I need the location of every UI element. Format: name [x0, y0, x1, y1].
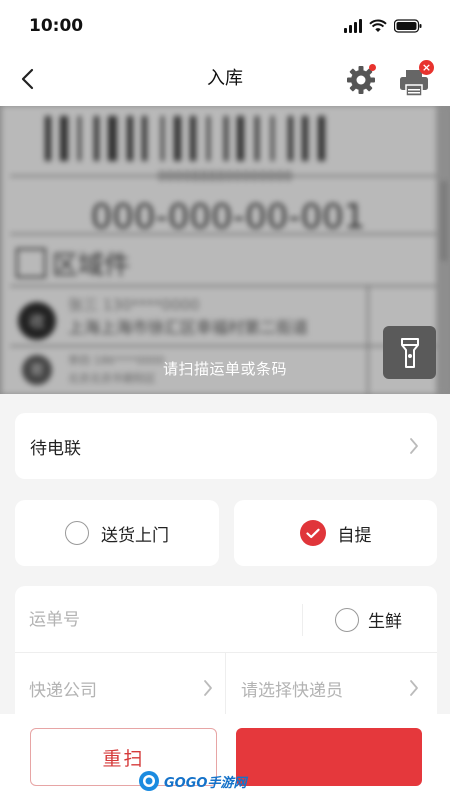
- flashlight-icon: [400, 337, 419, 368]
- watermark-logo-icon: [139, 771, 159, 791]
- contact-status-label: 待电联: [30, 438, 81, 459]
- waybill-number-input[interactable]: [15, 586, 302, 653]
- chevron-right-icon: [410, 680, 418, 696]
- watermark-text: GOGO手游网: [164, 775, 247, 791]
- label-number: 000-000-00-001: [91, 197, 366, 237]
- fresh-label: 生鲜: [368, 612, 402, 632]
- status-bar: 10:00: [0, 0, 450, 52]
- fresh-checkbox[interactable]: 生鲜: [335, 586, 402, 653]
- chevron-left-icon: [21, 68, 34, 90]
- page-title: 入库: [207, 68, 243, 89]
- courier-picker[interactable]: 请选择快递员: [226, 653, 437, 723]
- nav-bar: 入库 ×: [0, 52, 450, 106]
- watermark: GOGO手游网: [138, 764, 268, 798]
- status-time: 10:00: [29, 16, 84, 36]
- delivery-option-pickup-label: 自提: [337, 525, 372, 546]
- form-row-courier: 快递公司 请选择快递员: [15, 653, 437, 723]
- label-barcode-small: 0000888800000000: [158, 169, 293, 185]
- divider: [302, 604, 303, 636]
- wifi-icon: [369, 19, 387, 32]
- courier-company-picker[interactable]: 快递公司: [15, 653, 226, 723]
- status-icons: [344, 19, 422, 33]
- signal-icon: [344, 19, 362, 33]
- contact-status-select[interactable]: 待电联: [15, 413, 437, 479]
- notification-dot: [369, 64, 376, 71]
- delivery-option-pickup[interactable]: 自提: [234, 500, 437, 566]
- label-zone-tag: 区域件: [52, 251, 130, 281]
- delivery-option-door-label: 送货上门: [101, 525, 169, 546]
- flashlight-button[interactable]: [383, 326, 436, 379]
- courier-company-placeholder: 快递公司: [29, 680, 97, 701]
- back-button[interactable]: [12, 64, 42, 94]
- radio-unchecked-icon: [335, 607, 359, 632]
- chevron-right-icon: [204, 680, 212, 696]
- printer-button[interactable]: ×: [396, 60, 434, 98]
- label-receiver-line1: 张三 130****0000: [68, 296, 200, 314]
- label-receiver-badge: 收: [29, 312, 45, 331]
- delivery-option-door[interactable]: 送货上门: [15, 500, 219, 566]
- printer-error-badge: ×: [419, 60, 434, 75]
- courier-placeholder: 请选择快递员: [241, 680, 343, 701]
- radio-checked-icon: [299, 520, 326, 546]
- form-row-waybill: 生鲜: [15, 586, 437, 653]
- chevron-right-icon: [410, 438, 418, 454]
- label-receiver-line2: 上海上海市徐汇区幸福村第二街道: [68, 318, 308, 337]
- radio-unchecked-icon: [65, 521, 89, 545]
- battery-icon: [394, 19, 422, 33]
- settings-button[interactable]: [345, 64, 377, 96]
